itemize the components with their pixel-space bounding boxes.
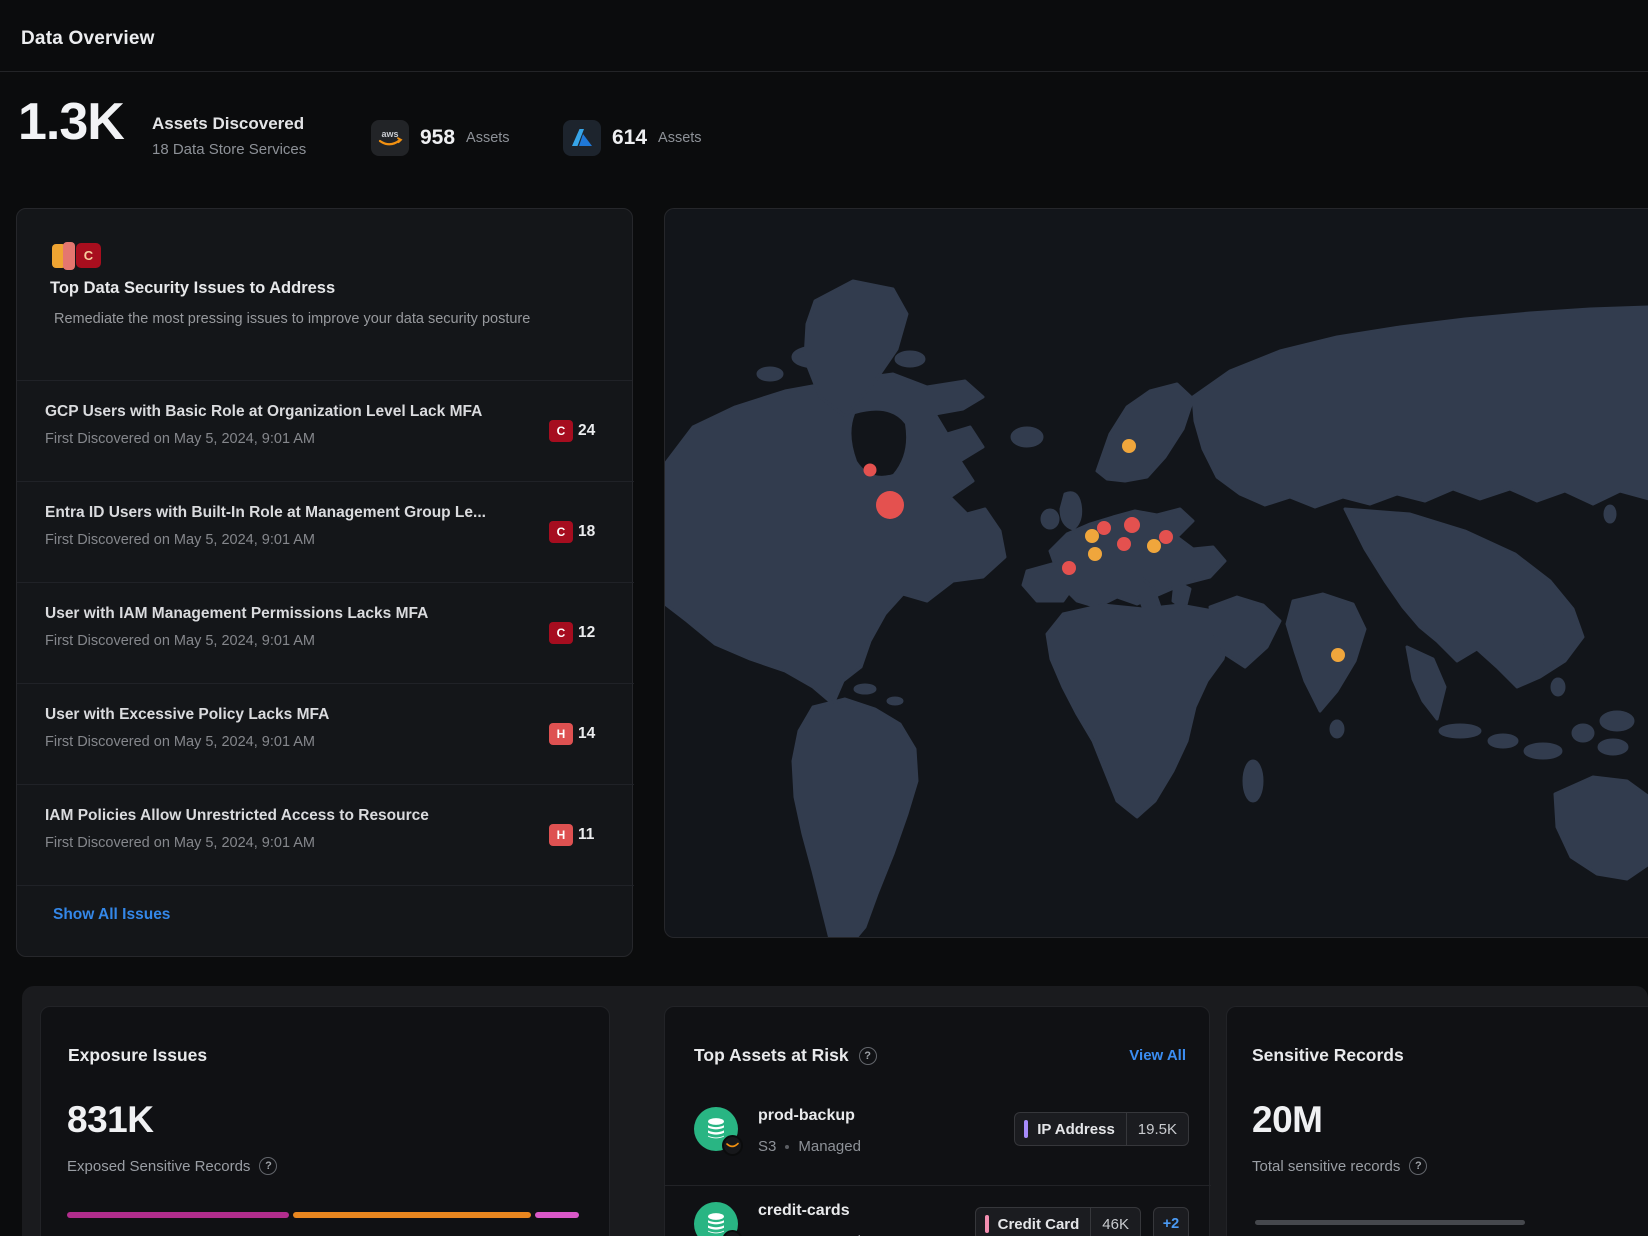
map-dot-high[interactable]	[1062, 561, 1076, 575]
map-dot-high[interactable]	[1124, 517, 1140, 533]
help-icon[interactable]: ?	[1409, 1157, 1427, 1175]
exposure-issues-card: Exposure Issues 831K Exposed Sensitive R…	[40, 1006, 610, 1236]
tag-count: 46K	[1090, 1207, 1140, 1236]
azure-assets-count: 614	[612, 126, 647, 150]
world-map	[665, 209, 1648, 938]
exposure-issues-title: Exposure Issues	[68, 1045, 207, 1066]
exposure-bar-segment	[67, 1212, 289, 1218]
severity-badge-critical: C	[549, 420, 573, 442]
exposure-issues-value: 831K	[67, 1099, 153, 1141]
map-dot-medium[interactable]	[1085, 529, 1099, 543]
show-all-issues-link[interactable]: Show All Issues	[53, 906, 170, 924]
issue-discovered: First Discovered on May 5, 2024, 9:01 AM	[45, 633, 315, 649]
asset-row[interactable]: prod-backup S3 Managed IP Address 19.5K	[665, 1091, 1211, 1186]
asset-name: prod-backup	[758, 1107, 855, 1125]
azure-icon	[563, 120, 601, 156]
help-icon[interactable]: ?	[859, 1047, 877, 1065]
issue-title: User with IAM Management Permissions Lac…	[45, 605, 428, 623]
map-dot-medium[interactable]	[1147, 539, 1161, 553]
sensitive-records-title: Sensitive Records	[1252, 1045, 1404, 1066]
map-dot-medium[interactable]	[1122, 439, 1136, 453]
issue-count: 11	[578, 826, 610, 844]
asset-service: S3	[758, 1138, 776, 1155]
top-issues-panel: C Top Data Security Issues to Address Re…	[16, 208, 633, 957]
issue-count: 18	[578, 523, 610, 541]
stacked-severity-badges-icon: C	[52, 242, 102, 270]
exposed-records-breakdown-bar	[67, 1212, 579, 1218]
assets-discovered-count: 1.3K	[18, 92, 124, 152]
azure-assets-stat: 614 Assets	[563, 120, 702, 156]
aws-icon: aws	[371, 120, 409, 156]
severity-badge-critical: C	[549, 521, 573, 543]
assets-discovered-labels: Assets Discovered 18 Data Store Services	[152, 114, 306, 158]
sensitive-records-card: Sensitive Records 20M Total sensitive re…	[1226, 1006, 1648, 1236]
dot-separator	[785, 1145, 789, 1149]
issue-count: 14	[578, 725, 610, 743]
assets-discovered-label: Assets Discovered	[152, 114, 306, 134]
issue-row[interactable]: IAM Policies Allow Unrestricted Access t…	[17, 785, 634, 886]
asset-name: credit-cards	[758, 1202, 850, 1220]
map-dot-high[interactable]	[1097, 521, 1111, 535]
issue-discovered: First Discovered on May 5, 2024, 9:01 AM	[45, 431, 315, 447]
issue-discovered: First Discovered on May 5, 2024, 9:01 AM	[45, 835, 315, 851]
severity-badge-high: H	[549, 824, 573, 846]
map-dot-high[interactable]	[876, 491, 904, 519]
issue-discovered: First Discovered on May 5, 2024, 9:01 AM	[45, 734, 315, 750]
asset-row[interactable]: credit-cards S3 Managed Credit Card 46K …	[665, 1186, 1211, 1236]
sensitive-records-bar	[1255, 1220, 1525, 1225]
issue-title: IAM Policies Allow Unrestricted Access t…	[45, 807, 429, 825]
data-store-services-label: 18 Data Store Services	[152, 141, 306, 158]
issue-row[interactable]: GCP Users with Basic Role at Organizatio…	[17, 381, 634, 482]
map-dot-high[interactable]	[1159, 530, 1173, 544]
aws-assets-stat: aws 958 Assets	[371, 120, 510, 156]
issue-row[interactable]: User with Excessive Policy Lacks MFA Fir…	[17, 684, 634, 785]
issue-title: User with Excessive Policy Lacks MFA	[45, 706, 329, 724]
azure-assets-unit: Assets	[658, 130, 702, 146]
aws-assets-unit: Assets	[466, 130, 510, 146]
issue-count: 12	[578, 624, 610, 642]
sensitivity-tag[interactable]: Credit Card 46K	[975, 1207, 1141, 1236]
top-assets-title: Top Assets at Risk	[694, 1045, 849, 1066]
tag-color-bar	[1024, 1120, 1028, 1138]
view-all-link[interactable]: View All	[1129, 1047, 1186, 1064]
issue-discovered: First Discovered on May 5, 2024, 9:01 AM	[45, 532, 315, 548]
severity-badge-high: H	[549, 723, 573, 745]
help-icon[interactable]: ?	[259, 1157, 277, 1175]
top-issues-title: Top Data Security Issues to Address	[50, 279, 335, 298]
issue-title: Entra ID Users with Built-In Role at Man…	[45, 504, 486, 522]
exposure-issues-label: Exposed Sensitive Records	[67, 1158, 250, 1175]
bottom-metrics-section: Exposure Issues 831K Exposed Sensitive R…	[22, 986, 1648, 1236]
map-dot-high[interactable]	[1117, 537, 1131, 551]
issue-row[interactable]: Entra ID Users with Built-In Role at Man…	[17, 482, 634, 583]
top-issues-header: C Top Data Security Issues to Address Re…	[17, 209, 632, 381]
map-dot-high[interactable]	[864, 464, 877, 477]
aws-provider-badge-icon	[722, 1135, 743, 1156]
sensitive-records-value: 20M	[1252, 1099, 1322, 1141]
svg-text:aws: aws	[381, 129, 398, 139]
more-tags-badge[interactable]: +2	[1153, 1207, 1189, 1236]
tag-color-bar	[985, 1215, 989, 1233]
top-assets-at-risk-card: Top Assets at Risk ? View All	[664, 1006, 1210, 1236]
aws-assets-count: 958	[420, 126, 455, 150]
page-header: Data Overview	[0, 0, 1648, 72]
stats-row: 1.3K Assets Discovered 18 Data Store Ser…	[0, 72, 1648, 192]
exposure-bar-segment	[293, 1212, 530, 1218]
top-issues-subtitle: Remediate the most pressing issues to im…	[54, 311, 530, 327]
severity-badge-critical: C	[549, 622, 573, 644]
exposure-bar-segment	[535, 1212, 579, 1218]
issue-row[interactable]: User with IAM Management Permissions Lac…	[17, 583, 634, 684]
world-map-panel	[664, 208, 1648, 938]
asset-status: Managed	[798, 1138, 861, 1155]
map-dot-medium[interactable]	[1088, 547, 1102, 561]
tag-count: 19.5K	[1126, 1112, 1188, 1146]
map-dot-medium[interactable]	[1331, 648, 1345, 662]
page-title: Data Overview	[21, 28, 155, 50]
tag-label: Credit Card	[998, 1216, 1091, 1233]
issue-title: GCP Users with Basic Role at Organizatio…	[45, 403, 482, 421]
issue-count: 24	[578, 422, 610, 440]
sensitive-records-label: Total sensitive records	[1252, 1158, 1400, 1175]
sensitivity-tag[interactable]: IP Address 19.5K	[1014, 1112, 1189, 1146]
tag-label: IP Address	[1037, 1121, 1126, 1138]
